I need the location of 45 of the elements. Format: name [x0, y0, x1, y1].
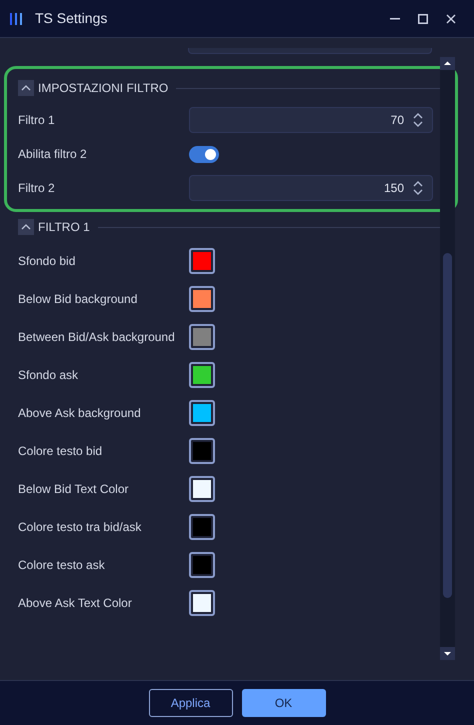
- apply-button[interactable]: Applica: [148, 689, 232, 717]
- setting-label: Above Ask background: [18, 405, 142, 422]
- setting-label: Sfondo ask: [18, 367, 80, 384]
- scrollbar[interactable]: [440, 57, 455, 660]
- number-field[interactable]: 70: [189, 107, 433, 133]
- scroll-up-icon[interactable]: [440, 57, 455, 70]
- setting-label: Between Bid/Ask background: [18, 329, 176, 346]
- color-swatch[interactable]: [189, 248, 215, 274]
- toggle-switch[interactable]: [189, 146, 219, 162]
- color-swatch[interactable]: [189, 552, 215, 578]
- color-swatch[interactable]: [189, 362, 215, 388]
- spinner-icon[interactable]: [412, 112, 424, 128]
- spinner-icon[interactable]: [412, 180, 424, 196]
- chevron-icon: [21, 224, 31, 230]
- close-icon: [446, 14, 456, 24]
- setting-label: Colore testo ask: [18, 557, 106, 574]
- color-swatch[interactable]: [189, 476, 215, 502]
- color-swatch[interactable]: [189, 286, 215, 312]
- setting-label: Sfondo bid: [18, 253, 76, 270]
- minimize-icon: [390, 18, 400, 20]
- color-swatch[interactable]: [189, 324, 215, 350]
- setting-label: Above Ask Text Color: [18, 595, 133, 612]
- maximize-icon: [418, 14, 428, 24]
- color-swatch[interactable]: [189, 400, 215, 426]
- scroll-thumb[interactable]: [443, 253, 452, 598]
- chevron-icon: [21, 85, 31, 91]
- setting-label: Colore testo tra bid/ask: [18, 519, 142, 536]
- ok-button[interactable]: OK: [242, 689, 326, 717]
- collapse-toggle[interactable]: [18, 219, 34, 235]
- setting-label: Filtro 1: [18, 112, 56, 129]
- number-field[interactable]: 150: [189, 175, 433, 201]
- app-logo-icon: [9, 12, 23, 26]
- color-swatch[interactable]: [189, 590, 215, 616]
- scroll-down-icon[interactable]: [440, 647, 455, 660]
- setting-label: Colore testo bid: [18, 443, 104, 460]
- setting-label: Filtro 2: [18, 180, 56, 197]
- section-title: FILTRO 1: [38, 219, 90, 236]
- setting-label: Below Bid Text Color: [18, 481, 130, 498]
- setting-label: Below Bid background: [18, 291, 138, 308]
- section-title: IMPOSTAZIONI FILTRO: [38, 80, 168, 97]
- window-title: TS Settings: [35, 9, 108, 28]
- color-swatch[interactable]: [189, 438, 215, 464]
- setting-label: Abilita filtro 2: [18, 146, 88, 163]
- collapse-toggle[interactable]: [18, 80, 34, 96]
- color-swatch[interactable]: [189, 514, 215, 540]
